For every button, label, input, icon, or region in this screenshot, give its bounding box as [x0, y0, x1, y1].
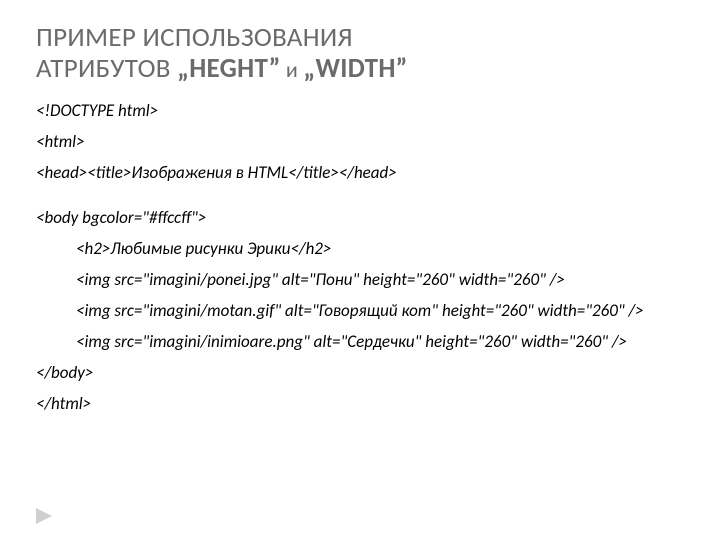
code-line: <img src="imagini/ponei.jpg" alt="Пони" …: [36, 271, 684, 288]
code-line: <html>: [36, 133, 684, 150]
code-block: <!DOCTYPE html> <html> <head><title>Изоб…: [36, 102, 684, 412]
code-line: <body bgcolor="#ffccff">: [36, 209, 684, 226]
slide-title: ПРИМЕР ИСПОЛЬЗОВАНИЯ АТРИБУТОВ „HEGHT” и…: [36, 22, 684, 84]
code-line: </html>: [36, 395, 684, 412]
title-line2-prefix: АТРИБУТОВ: [36, 52, 177, 85]
code-line: </body>: [36, 364, 684, 381]
code-line: <img src="imagini/motan.gif" alt="Говоря…: [36, 302, 684, 319]
code-line: <h2>Любимые рисунки Эрики</h2>: [36, 240, 684, 257]
slide: ПРИМЕР ИСПОЛЬЗОВАНИЯ АТРИБУТОВ „HEGHT” и…: [0, 0, 720, 540]
code-line: <!DOCTYPE html>: [36, 102, 684, 119]
title-and: и: [281, 56, 304, 83]
title-line1: ПРИМЕР ИСПОЛЬЗОВАНИЯ: [36, 21, 353, 54]
code-line: <img src="imagini/inimioare.png" alt="Се…: [36, 333, 684, 350]
title-width: „WIDTH”: [303, 52, 407, 85]
play-arrow-icon: [36, 508, 56, 524]
code-line: <head><title>Изображения в HTML</title><…: [36, 164, 684, 181]
title-heght: „HEGHT”: [177, 52, 281, 85]
